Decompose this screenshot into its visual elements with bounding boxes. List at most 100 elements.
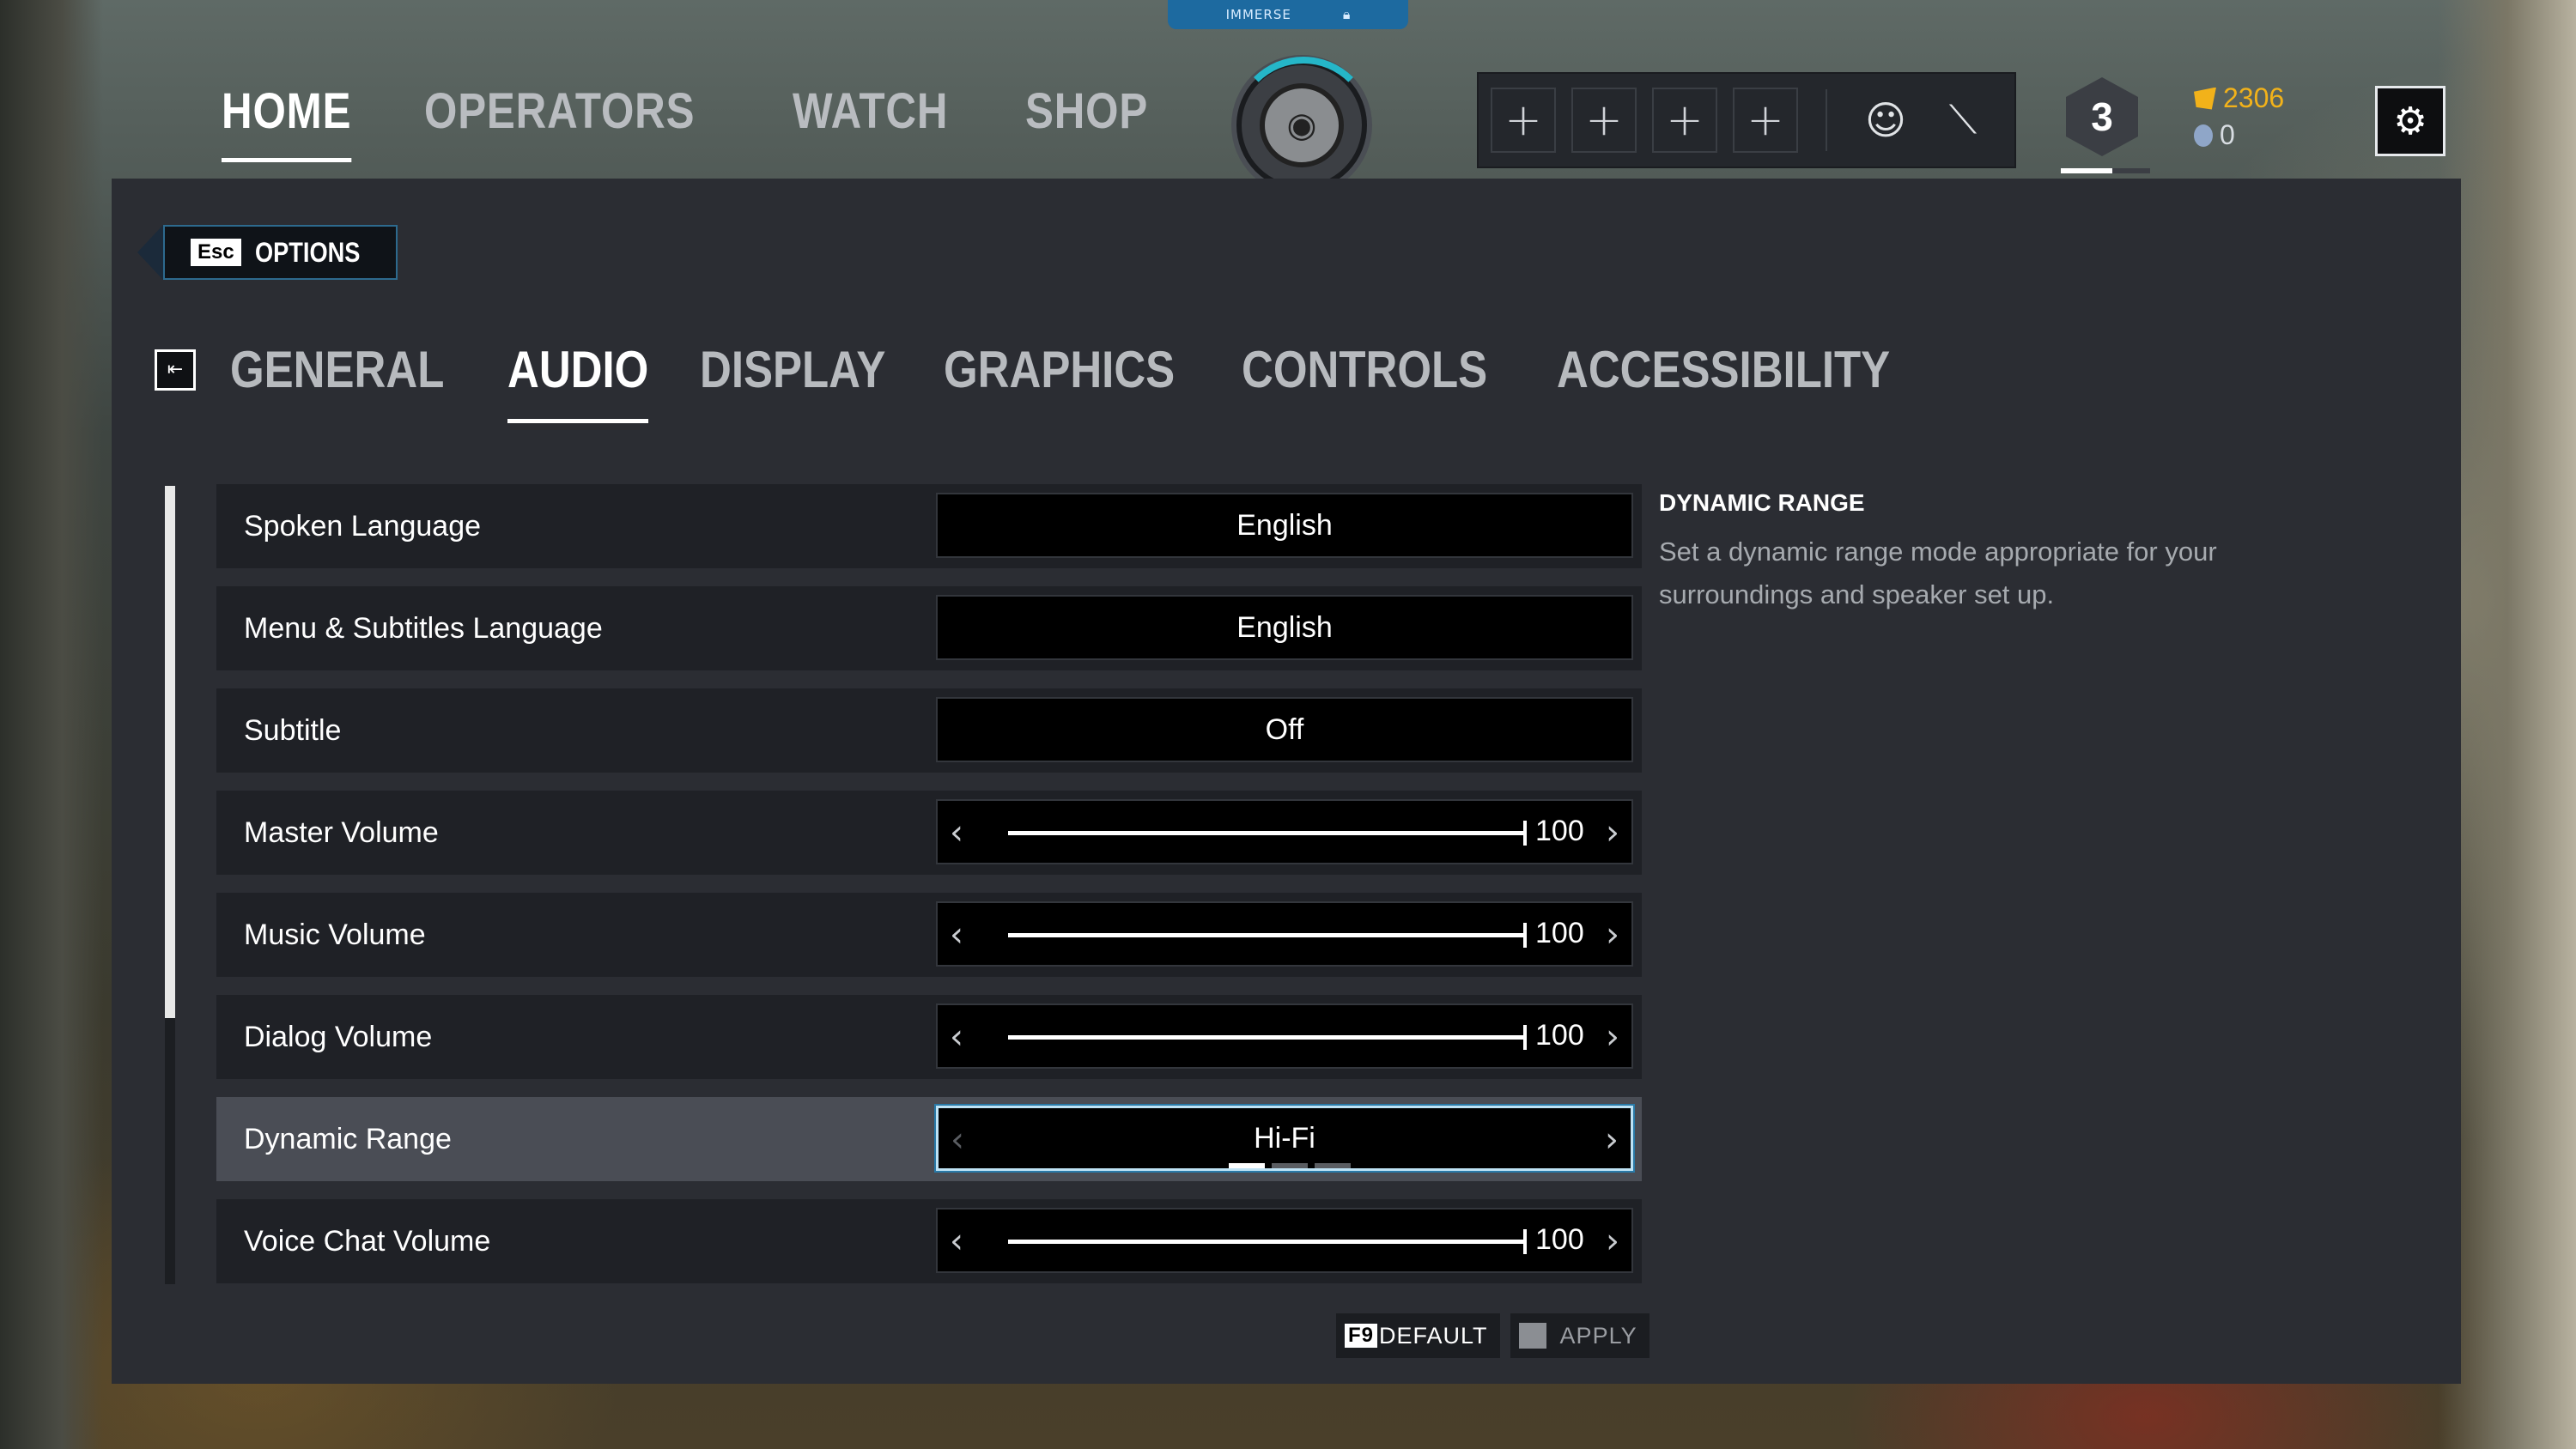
setting-master-volume[interactable]: Master Volume ‹ 100 › — [216, 791, 1642, 875]
nav-operators[interactable]: OPERATORS — [424, 82, 695, 140]
setting-value: English — [1236, 508, 1333, 542]
chevron-right-icon[interactable]: › — [1606, 1017, 1619, 1057]
nav-watch[interactable]: WATCH — [793, 82, 948, 140]
option-dot — [1315, 1163, 1351, 1168]
scrollbar-thumb[interactable] — [165, 486, 175, 1018]
subtitle-select[interactable]: Off — [936, 697, 1633, 762]
chevron-left-icon[interactable]: ‹ — [950, 915, 963, 955]
slider-value: 100 — [1535, 917, 1584, 949]
slash-icon[interactable]: ⟍ — [1932, 89, 1994, 151]
esc-key-hint: Esc — [191, 239, 241, 266]
squad-slot[interactable]: + — [1733, 88, 1798, 153]
settings-scrollbar[interactable] — [165, 486, 175, 1284]
squad-slot[interactable]: + — [1652, 88, 1717, 153]
setting-label: Menu & Subtitles Language — [244, 611, 603, 645]
default-label: DEFAULT — [1379, 1322, 1488, 1349]
menu-language-select[interactable]: English — [936, 595, 1633, 660]
squad-slot[interactable]: + — [1491, 88, 1556, 153]
apply-key-icon — [1518, 1323, 1546, 1349]
setting-voice-chat-volume[interactable]: Voice Chat Volume ‹ 100 › — [216, 1199, 1642, 1283]
nav-home[interactable]: HOME — [222, 82, 352, 162]
chevron-left-icon[interactable]: ‹ — [950, 813, 963, 852]
profile-avatar[interactable]: ◉ — [1233, 57, 1374, 191]
chevron-right-icon[interactable]: › — [1606, 1222, 1619, 1261]
tab-prev-icon[interactable]: ⇤ — [155, 349, 196, 391]
setting-label: Dialog Volume — [244, 1020, 433, 1053]
r6-credits-amount: 0 — [2220, 119, 2235, 150]
dialog-volume-slider[interactable]: ‹ 100 › — [936, 1003, 1633, 1069]
slider-value: 100 — [1535, 815, 1584, 847]
window-tag-label: IMMERSE — [1225, 7, 1291, 22]
tab-display[interactable]: DISPLAY — [700, 340, 885, 399]
setting-dynamic-range[interactable]: Dynamic Range ‹ Hi-Fi › — [216, 1097, 1642, 1181]
setting-music-volume[interactable]: Music Volume ‹ 100 › — [216, 893, 1642, 977]
options-tabs: ⇤ GENERAL AUDIO DISPLAY GRAPHICS CONTROL… — [155, 340, 1974, 423]
setting-subtitle[interactable]: Subtitle Off — [216, 688, 1642, 773]
setting-dialog-volume[interactable]: Dialog Volume ‹ 100 › — [216, 995, 1642, 1079]
slider-fill — [1008, 933, 1527, 937]
default-button[interactable]: F9 DEFAULT — [1336, 1313, 1500, 1358]
spoken-language-select[interactable]: English — [936, 493, 1633, 558]
slider-fill — [1008, 831, 1527, 835]
setting-label: Voice Chat Volume — [244, 1224, 491, 1258]
setting-label: Spoken Language — [244, 509, 482, 543]
description-title: DYNAMIC RANGE — [1659, 489, 1865, 516]
apply-button[interactable]: APPLY — [1510, 1313, 1649, 1358]
setting-description: DYNAMIC RANGE Set a dynamic range mode a… — [1659, 489, 2346, 616]
avatar-ring — [1233, 57, 1374, 197]
setting-menu-language[interactable]: Menu & Subtitles Language English — [216, 586, 1642, 670]
apply-label: APPLY — [1559, 1322, 1637, 1349]
settings-gear-button[interactable]: ⚙ — [2375, 86, 2445, 156]
chevron-right-icon[interactable]: › — [1606, 915, 1619, 955]
setting-value: Off — [1265, 712, 1304, 746]
tab-audio[interactable]: AUDIO — [507, 340, 649, 423]
chevron-right-icon[interactable]: › — [1605, 1120, 1619, 1160]
setting-label: Music Volume — [244, 918, 426, 951]
background-tree-left — [0, 0, 103, 1449]
master-volume-slider[interactable]: ‹ 100 › — [936, 799, 1633, 864]
renown-amount: 2306 — [2223, 82, 2285, 113]
options-back-button[interactable]: Esc OPTIONS — [137, 225, 398, 280]
dynamic-range-selector[interactable]: ‹ Hi-Fi › — [936, 1106, 1633, 1171]
setting-value: Hi-Fi — [1254, 1121, 1315, 1155]
rank-progress — [2061, 168, 2150, 173]
slider-knob[interactable] — [1523, 1229, 1527, 1254]
setting-value: English — [1236, 610, 1333, 644]
chevron-left-icon[interactable]: ‹ — [951, 1120, 964, 1160]
slider-track[interactable] — [1008, 923, 1527, 948]
voice-chat-volume-slider[interactable]: ‹ 100 › — [936, 1208, 1633, 1273]
slider-knob[interactable] — [1523, 821, 1527, 846]
slider-knob[interactable] — [1523, 1025, 1527, 1050]
tab-accessibility[interactable]: ACCESSIBILITY — [1557, 340, 1890, 399]
tab-general[interactable]: GENERAL — [230, 340, 444, 399]
setting-label: Master Volume — [244, 815, 439, 849]
footer-actions: F9 DEFAULT APPLY — [1336, 1313, 1649, 1358]
options-title: OPTIONS — [254, 236, 361, 268]
setting-spoken-language[interactable]: Spoken Language English — [216, 484, 1642, 568]
music-volume-slider[interactable]: ‹ 100 › — [936, 901, 1633, 967]
main-nav: HOME OPERATORS WATCH SHOP — [222, 82, 1170, 162]
rank-badge[interactable]: 3 — [2061, 74, 2150, 173]
tab-graphics[interactable]: GRAPHICS — [944, 340, 1175, 399]
chevron-right-icon[interactable]: › — [1606, 813, 1619, 852]
slider-track[interactable] — [1008, 1025, 1527, 1050]
slider-knob[interactable] — [1523, 923, 1527, 948]
slider-track[interactable] — [1008, 1229, 1527, 1254]
back-chevron-icon — [137, 225, 163, 280]
tab-controls[interactable]: CONTROLS — [1242, 340, 1487, 399]
slider-fill — [1008, 1035, 1527, 1040]
currency: 2306 0 — [2194, 82, 2284, 151]
friends-icon[interactable]: ☺ — [1855, 89, 1917, 151]
nav-shop[interactable]: SHOP — [1025, 82, 1148, 140]
description-body: Set a dynamic range mode appropriate for… — [1659, 537, 2217, 609]
r6-credits-icon — [2194, 124, 2213, 147]
settings-list: Spoken Language English Menu & Subtitles… — [216, 484, 1642, 1301]
chevron-left-icon[interactable]: ‹ — [950, 1222, 963, 1261]
top-bar: IMMERSE 🔒︎ HOME OPERATORS WATCH SHOP ◉ +… — [0, 0, 2576, 191]
gear-icon: ⚙ — [2393, 99, 2427, 143]
slider-fill — [1008, 1240, 1527, 1244]
squad-slot[interactable]: + — [1571, 88, 1637, 153]
slider-track[interactable] — [1008, 821, 1527, 846]
window-tag: IMMERSE 🔒︎ — [1168, 0, 1408, 29]
chevron-left-icon[interactable]: ‹ — [950, 1017, 963, 1057]
